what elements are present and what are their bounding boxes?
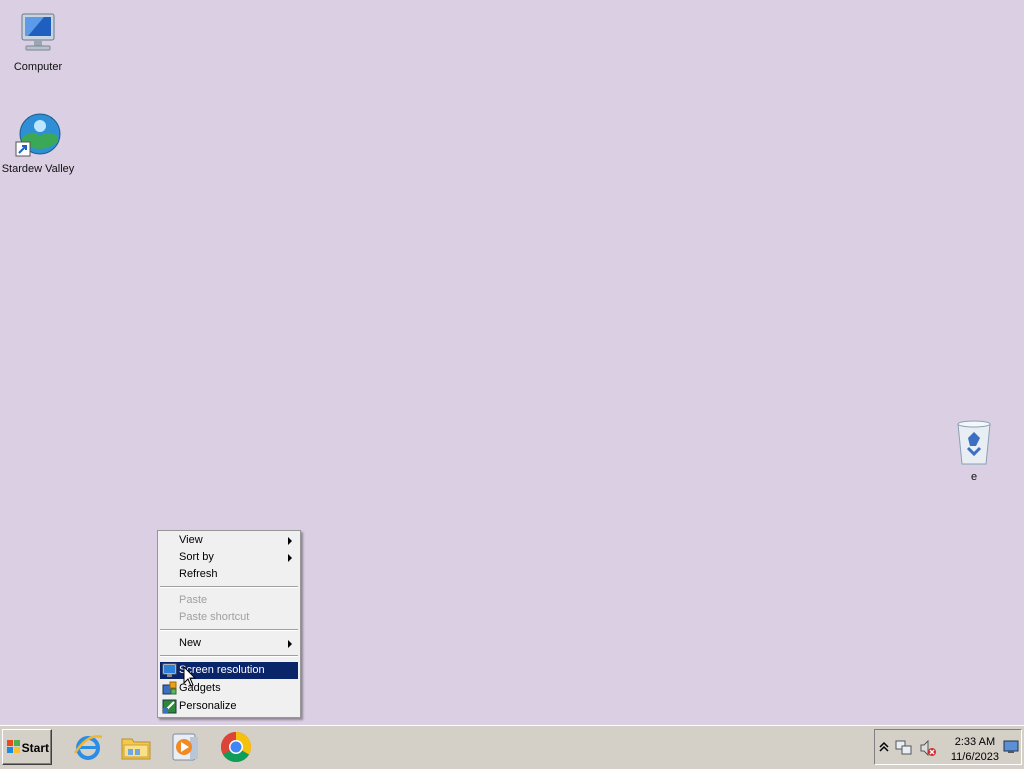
- menu-item-label: Refresh: [179, 568, 218, 580]
- windows-logo-icon: [7, 740, 20, 753]
- desktop-icon-stardew-valley[interactable]: Stardew Valley: [0, 112, 76, 175]
- menu-item-new[interactable]: New: [160, 635, 298, 652]
- menu-item-paste-shortcut: Paste shortcut: [160, 609, 298, 626]
- clock-date: 11/6/2023: [950, 751, 999, 763]
- clock-time: 2:33 AM: [954, 736, 996, 748]
- desktop-icon-label: Stardew Valley: [1, 163, 75, 175]
- start-button[interactable]: Start: [2, 729, 52, 765]
- mouse-pointer-icon: [183, 666, 197, 687]
- menu-item-sort-by[interactable]: Sort by: [160, 549, 298, 566]
- file-explorer-icon[interactable]: [120, 731, 152, 763]
- menu-item-label: Paste: [179, 594, 208, 606]
- submenu-arrow-icon: [288, 554, 292, 562]
- menu-item-label: View: [179, 534, 203, 546]
- show-hidden-icons-chevron[interactable]: [879, 741, 889, 753]
- menu-item-gadgets[interactable]: Gadgets: [160, 680, 298, 697]
- notification-area: 2:33 AM 11/6/2023: [874, 729, 1022, 765]
- menu-separator: [160, 655, 298, 657]
- personalize-icon: [162, 699, 177, 714]
- network-icon[interactable]: [895, 739, 913, 757]
- desktop-icon-label: Computer: [13, 61, 63, 73]
- menu-item-refresh[interactable]: Refresh: [160, 566, 298, 583]
- desktop-icon-recycle-bin[interactable]: e: [936, 418, 1012, 483]
- menu-item-label: Personalize: [179, 700, 237, 712]
- menu-item-paste: Paste: [160, 592, 298, 609]
- internet-explorer-icon[interactable]: [72, 731, 104, 763]
- menu-item-label: Paste shortcut: [179, 611, 250, 623]
- menu-item-personalize[interactable]: Personalize: [160, 698, 298, 715]
- recycle-bin-icon: [957, 420, 991, 465]
- stardew-valley-icon: [15, 113, 61, 157]
- chrome-icon[interactable]: [220, 731, 252, 763]
- taskbar: Start 2:33 AM 11/6/2023: [0, 725, 1024, 769]
- menu-item-label: Sort by: [179, 551, 214, 563]
- menu-item-screen-resolution[interactable]: Screen resolution: [160, 662, 298, 679]
- menu-item-label: New: [179, 637, 202, 649]
- show-desktop-icon[interactable]: [1003, 740, 1019, 754]
- monitor-icon: [162, 663, 177, 677]
- media-player-icon[interactable]: [170, 731, 202, 763]
- menu-separator: [160, 629, 298, 631]
- start-label: Start: [21, 741, 49, 755]
- desktop-icon-computer[interactable]: Computer: [0, 10, 76, 73]
- menu-separator: [160, 586, 298, 588]
- gadgets-icon: [162, 681, 177, 695]
- desktop-icon-label: e: [970, 471, 978, 483]
- menu-item-view[interactable]: View: [160, 532, 298, 549]
- computer-icon: [21, 13, 55, 51]
- submenu-arrow-icon: [288, 640, 292, 648]
- submenu-arrow-icon: [288, 537, 292, 545]
- clock[interactable]: 2:33 AM 11/6/2023: [951, 735, 999, 765]
- volume-muted-icon[interactable]: [919, 739, 937, 757]
- desktop-context-menu: View Sort by Refresh Paste Paste shortcu…: [157, 530, 301, 718]
